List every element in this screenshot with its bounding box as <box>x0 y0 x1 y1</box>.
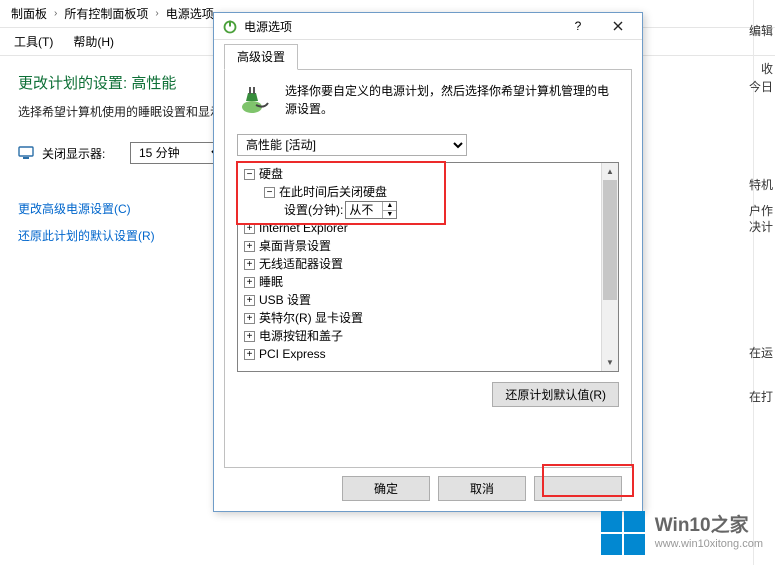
menu-tools[interactable]: 工具(T) <box>4 31 63 52</box>
scroll-thumb[interactable] <box>603 180 617 300</box>
tree-scrollbar[interactable]: ▲ ▼ <box>601 163 618 371</box>
expand-icon[interactable]: + <box>244 313 255 324</box>
collapse-icon[interactable]: − <box>264 187 275 198</box>
chevron-right-icon: › <box>153 8 160 19</box>
scroll-down-icon[interactable]: ▼ <box>602 354 618 371</box>
tree-node[interactable]: + 无线适配器设置 <box>238 255 618 273</box>
dialog-description: 选择你要自定义的电源计划，然后选择你希望计算机管理的电源设置。 <box>285 82 619 118</box>
tab-advanced[interactable]: 高级设置 <box>224 44 298 70</box>
help-button[interactable]: ? <box>558 15 598 37</box>
scroll-up-icon[interactable]: ▲ <box>602 163 618 180</box>
expand-icon[interactable]: + <box>244 223 255 234</box>
display-off-label: 关闭显示器: <box>42 145 130 162</box>
tree-node[interactable]: + PCI Express <box>238 345 618 363</box>
watermark-url: www.win10xitong.com <box>655 538 763 551</box>
menu-help[interactable]: 帮助(H) <box>63 31 124 52</box>
tree-label: USB 设置 <box>259 291 311 309</box>
windows-logo-icon <box>601 511 645 555</box>
power-options-dialog: 电源选项 ? 高级设置 选择你要自定义的电源计划，然后选择你希望计算机管理的电源… <box>213 12 643 512</box>
breadcrumb-item[interactable]: 电源选项 <box>161 0 219 28</box>
collapse-icon[interactable]: − <box>244 169 255 180</box>
tree-label: 无线适配器设置 <box>259 255 343 273</box>
setting-spinner[interactable]: ▲ ▼ <box>345 201 397 219</box>
tree-node-setting[interactable]: 设置(分钟): ▲ ▼ <box>238 201 618 219</box>
tabs: 高级设置 <box>224 44 632 70</box>
watermark-title: Win10之家 <box>655 515 763 538</box>
right-strip: 编辑 收 今日 特机 户作 决计 在运 在打 <box>753 0 775 565</box>
tree-label: 桌面背景设置 <box>259 237 331 255</box>
tree-label: Internet Explorer <box>259 219 348 237</box>
plan-select[interactable]: 高性能 [活动] <box>237 134 467 156</box>
watermark: Win10之家 www.win10xitong.com <box>601 511 763 555</box>
expand-icon[interactable]: + <box>244 295 255 306</box>
tree-label: 电源按钮和盖子 <box>259 327 343 345</box>
tree-label: 在此时间后关闭硬盘 <box>279 183 387 201</box>
setting-spinner-value[interactable] <box>346 202 382 218</box>
ok-button[interactable]: 确定 <box>342 476 430 501</box>
breadcrumb-item[interactable]: 制面板 <box>6 0 52 28</box>
apply-button[interactable] <box>534 476 622 501</box>
chevron-right-icon: › <box>52 8 59 19</box>
dialog-titlebar[interactable]: 电源选项 ? <box>214 13 642 39</box>
tree-node[interactable]: + USB 设置 <box>238 291 618 309</box>
close-button[interactable] <box>598 15 638 37</box>
restore-defaults-button[interactable]: 还原计划默认值(R) <box>492 382 619 407</box>
dialog-title: 电源选项 <box>244 18 558 35</box>
expand-icon[interactable]: + <box>244 259 255 270</box>
tree-label: 硬盘 <box>259 165 283 183</box>
tree-label: PCI Express <box>259 345 326 363</box>
power-icon <box>222 18 238 34</box>
breadcrumb-item[interactable]: 所有控制面板项 <box>59 0 153 28</box>
settings-tree: − 硬盘 − 在此时间后关闭硬盘 设置(分钟): ▲ ▼ <box>237 162 619 372</box>
expand-icon[interactable]: + <box>244 349 255 360</box>
expand-icon[interactable]: + <box>244 331 255 342</box>
expand-icon[interactable]: + <box>244 277 255 288</box>
tree-label: 英特尔(R) 显卡设置 <box>259 309 363 327</box>
tree-node[interactable]: + Internet Explorer <box>238 219 618 237</box>
tree-node[interactable]: + 电源按钮和盖子 <box>238 327 618 345</box>
monitor-icon <box>18 145 34 161</box>
expand-icon[interactable]: + <box>244 241 255 252</box>
tree-node-hdd-off[interactable]: − 在此时间后关闭硬盘 <box>238 183 618 201</box>
spinner-up-icon[interactable]: ▲ <box>383 202 396 211</box>
tree-node[interactable]: + 英特尔(R) 显卡设置 <box>238 309 618 327</box>
cancel-button[interactable]: 取消 <box>438 476 526 501</box>
tree-node[interactable]: + 睡眠 <box>238 273 618 291</box>
tree-node-hdd[interactable]: − 硬盘 <box>238 165 618 183</box>
display-off-select[interactable]: 15 分钟 <box>130 142 225 164</box>
spinner-down-icon[interactable]: ▼ <box>383 211 396 219</box>
tree-label: 睡眠 <box>259 273 283 291</box>
tree-node[interactable]: + 桌面背景设置 <box>238 237 618 255</box>
tab-panel-advanced: 选择你要自定义的电源计划，然后选择你希望计算机管理的电源设置。 高性能 [活动]… <box>224 69 632 468</box>
power-plug-icon <box>237 82 273 118</box>
setting-label: 设置(分钟): <box>284 201 343 219</box>
